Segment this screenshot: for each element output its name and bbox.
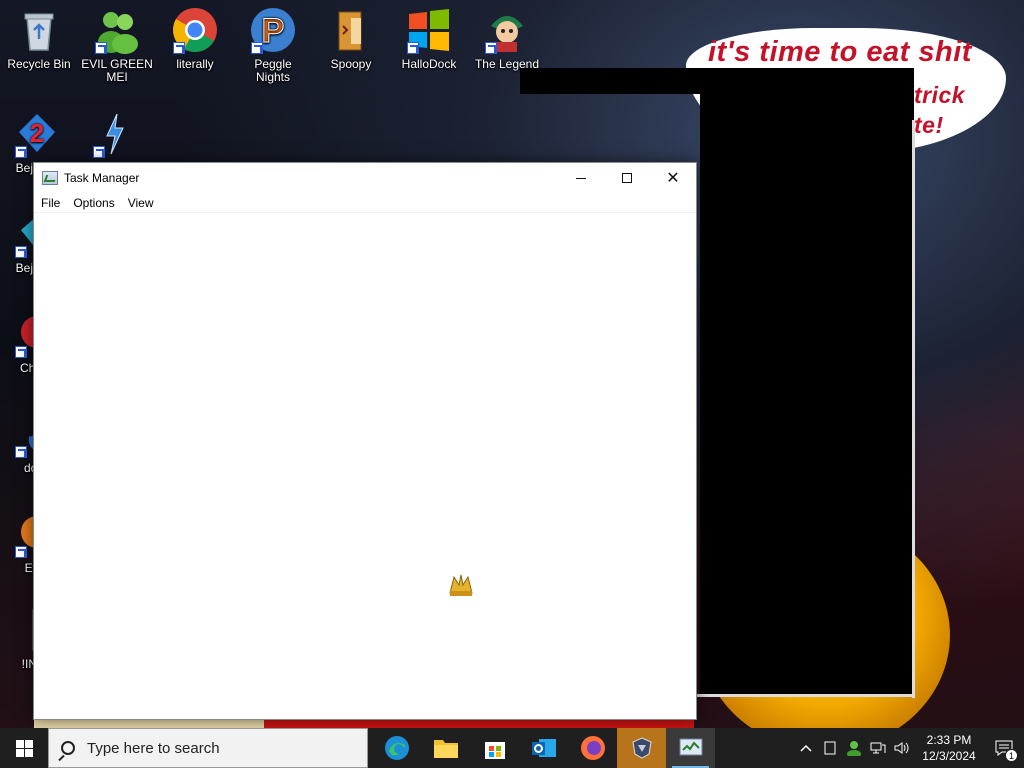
black-window-border [912,120,915,698]
task-manager-titlebar[interactable]: Task Manager ✕ [34,163,696,193]
desktop-icon-label: Recycle Bin [7,57,71,71]
tray-app-2[interactable] [842,728,866,768]
taskbar-outlook[interactable] [519,728,568,768]
menu-options[interactable]: Options [68,196,119,210]
show-hidden-icons-button[interactable] [794,728,818,768]
maximize-icon [622,173,632,183]
close-button[interactable]: ✕ [650,163,696,193]
wallpaper-text-line2: trick [914,82,966,108]
peggle-icon: P [249,6,297,54]
window-title: Task Manager [64,171,140,185]
shield-game-icon [631,737,652,759]
file-explorer-icon [433,740,458,758]
window-tray-icon [824,741,836,755]
black-overlay-window[interactable] [700,68,914,696]
green-people-icon [93,6,141,54]
task-manager-content [34,213,696,719]
minimize-icon [576,177,586,179]
taskbar: Type here to search 2:33 PM 12/3/2024 1 [0,728,1024,768]
desktop-icon-hallodock[interactable]: HalloDock [392,0,466,71]
taskbar-microsoft-store[interactable] [470,728,519,768]
svg-text:2: 2 [30,118,44,148]
taskbar-shield-game[interactable] [617,728,666,768]
search-placeholder: Type here to search [87,739,220,757]
desktop-icon-evil-green-mei[interactable]: EVIL GREEN MEI [80,0,154,84]
desktop-icon-peggle-nights[interactable]: P Peggle Nights [236,0,310,84]
volume-icon [894,742,909,754]
minimize-button[interactable] [558,163,604,193]
desktop-icon-label: Peggle Nights [254,57,292,84]
notification-badge: 1 [1005,749,1018,762]
desktop-icon-the-legend[interactable]: The Legend [470,0,544,71]
microsoft-store-icon [484,742,505,759]
system-tray: 2:33 PM 12/3/2024 1 [794,728,1024,768]
task-manager-window[interactable]: Task Manager ✕ File Options View [33,162,697,720]
clock-date: 12/3/2024 [922,749,976,763]
legend-character-icon [483,6,531,54]
wallpaper-text-line3: te! [914,112,944,138]
tray-app-1[interactable] [818,728,842,768]
windows-flag-icon [405,6,453,54]
loading-icon [446,569,476,599]
network-icon [870,742,886,754]
search-icon [61,741,75,755]
menu-bar: File Options View [34,193,696,213]
edge-icon [384,736,409,760]
desktop-icon-recycle-bin[interactable]: Recycle Bin [2,0,76,71]
recycle-bin-icon [15,6,63,54]
notification-center-button[interactable]: 1 [984,728,1024,768]
search-box[interactable]: Type here to search [48,728,368,768]
bejeweled-2-icon: 2 [13,110,61,158]
menu-view[interactable]: View [123,196,159,210]
spoopy-icon [327,6,375,54]
taskbar-task-manager[interactable] [666,728,715,768]
maximize-button[interactable] [604,163,650,193]
taskbar-firefox[interactable] [568,728,617,768]
desktop-icon-label: EVIL GREEN MEI [81,57,153,84]
outlook-icon [531,739,556,757]
chrome-icon [171,6,219,54]
people-tray-icon [847,741,861,756]
desktop-icon-label: The Legend [474,57,540,71]
taskbar-edge[interactable] [372,728,421,768]
menu-file[interactable]: File [36,196,65,210]
volume-button[interactable] [890,728,914,768]
close-icon: ✕ [666,168,680,187]
desktop-icon-label: literally [176,57,214,71]
desktop-icon-spoopy[interactable]: Spoopy [314,0,388,71]
clock-time: 2:33 PM [926,733,972,747]
start-button[interactable] [0,728,48,768]
desktop-icon-label: Spoopy [330,57,372,71]
task-manager-icon [679,738,702,756]
task-manager-app-icon [42,171,58,185]
firefox-icon [580,736,605,760]
desktop-icon-lightning[interactable] [78,104,152,162]
network-button[interactable] [866,728,890,768]
chevron-up-icon [800,744,812,752]
desktop-icon-literally[interactable]: literally [158,0,232,71]
svg-text:P: P [262,12,285,50]
taskbar-file-explorer[interactable] [421,728,470,768]
black-window-border-bottom [697,694,915,697]
clock[interactable]: 2:33 PM 12/3/2024 [914,732,984,764]
lightning-icon [91,110,139,158]
desktop-icon-label: HalloDock [401,57,457,71]
wallpaper-text-line1: it's time to eat shit [708,36,972,68]
windows-logo-icon [15,739,33,757]
